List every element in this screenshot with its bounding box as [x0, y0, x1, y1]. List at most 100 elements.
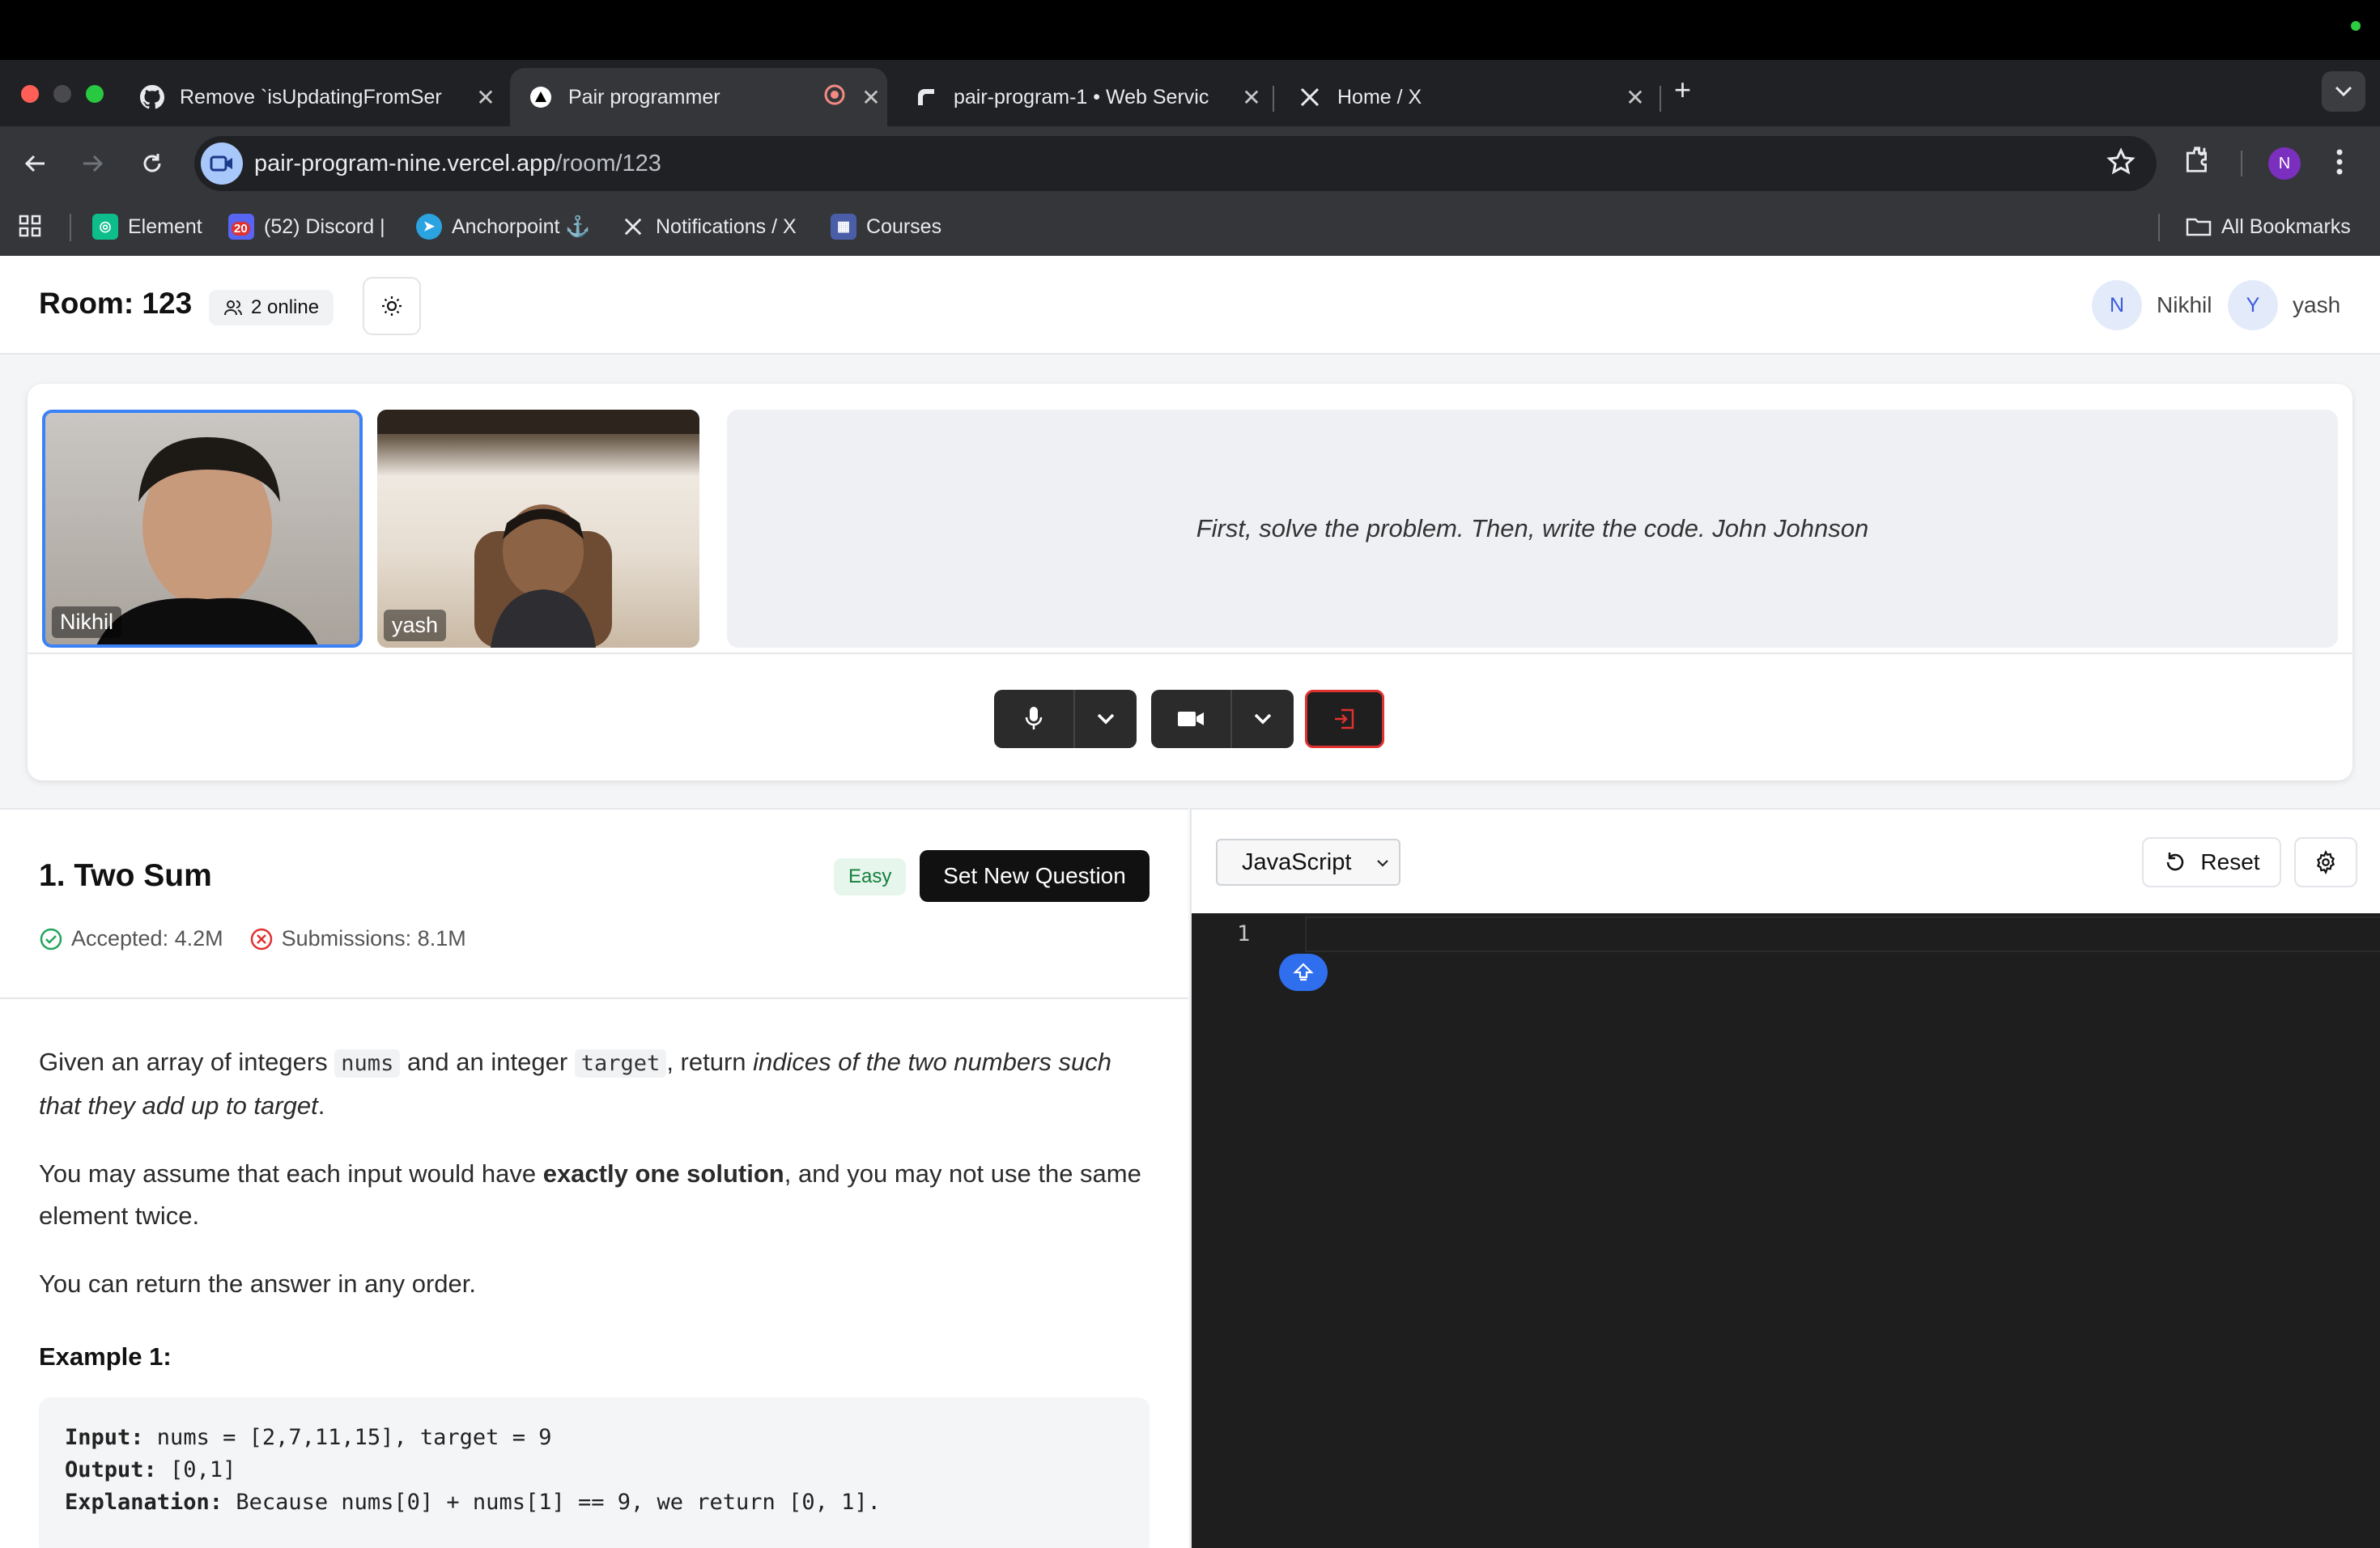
close-icon[interactable]: ✕	[855, 84, 887, 111]
status-dot-icon	[2351, 21, 2361, 31]
description-paragraph: You can return the answer in any order.	[39, 1269, 476, 1298]
close-icon[interactable]: ✕	[470, 84, 502, 111]
bookmark-star-icon[interactable]	[2106, 147, 2136, 181]
mic-options-button[interactable]	[1073, 690, 1137, 748]
reset-button[interactable]: Reset	[2142, 837, 2281, 887]
bookmark-courses[interactable]: ▦ Courses	[831, 214, 941, 240]
sun-icon	[382, 296, 402, 316]
participant-label: Nikhil	[52, 606, 122, 638]
caps-lock-icon	[1279, 954, 1328, 991]
language-select[interactable]: JavaScript	[1216, 839, 1400, 886]
problem-panel: 1. Two Sum Easy Set New Question Accepte…	[0, 808, 1188, 1548]
recording-icon	[814, 83, 855, 112]
online-count-badge: 2 online	[209, 290, 334, 325]
tab-render[interactable]: pair-program-1 • Web Servic ✕	[895, 68, 1268, 126]
window-minimize-button[interactable]	[53, 85, 71, 103]
submissions-stat: Submissions: 8.1M	[249, 926, 466, 951]
extensions-icon[interactable]	[2182, 144, 2213, 179]
chevron-down-icon	[1097, 713, 1115, 725]
back-button[interactable]	[16, 144, 55, 183]
leave-call-button[interactable]	[1305, 690, 1384, 748]
forward-button[interactable]	[73, 144, 112, 183]
rotate-ccw-icon	[2167, 853, 2184, 871]
x-logo-icon	[1297, 84, 1323, 110]
bookmarks-bar: ◎ Element 20 (52) Discord | ➤ Anchorpoin…	[0, 201, 2380, 256]
users-icon	[224, 300, 242, 316]
description-paragraph: Given an array of integers nums and an i…	[39, 1048, 1111, 1120]
new-tab-button[interactable]: +	[1674, 73, 1691, 107]
accepted-stat: Accepted: 4.2M	[39, 926, 223, 951]
theme-toggle-button[interactable]	[363, 277, 421, 335]
quote-banner: First, solve the problem. Then, write th…	[727, 410, 2338, 648]
camera-options-button[interactable]	[1230, 690, 1294, 748]
window-zoom-button[interactable]	[86, 85, 104, 103]
site-info-icon[interactable]	[201, 142, 243, 185]
tab-github[interactable]: Remove `isUpdatingFromSer ✕	[121, 68, 502, 126]
tab-label: pair-program-1 • Web Servic	[954, 85, 1209, 108]
user-chip-yash: Y yash	[2228, 280, 2340, 330]
editor-settings-button[interactable]	[2294, 837, 2357, 887]
room-title: Room: 123	[39, 287, 193, 320]
tab-search-button[interactable]	[2322, 71, 2365, 112]
element-icon: ◎	[92, 214, 118, 240]
github-icon	[139, 84, 165, 110]
bookmark-separator	[70, 214, 71, 241]
os-menubar	[0, 0, 2380, 60]
call-controls	[28, 653, 2352, 780]
current-line-highlight	[1305, 916, 2380, 952]
courses-icon: ▦	[831, 214, 856, 240]
tab-label: Home / X	[1337, 85, 1422, 108]
tab-label: Remove `isUpdatingFromSer	[180, 85, 442, 108]
participant-label: yash	[384, 610, 447, 641]
line-number: 1	[1237, 921, 1251, 946]
camera-toggle-button[interactable]	[1151, 690, 1230, 748]
editor-toolbar: JavaScript Reset	[1190, 808, 2380, 913]
address-bar[interactable]: pair-program-nine.vercel.app/room/123	[194, 136, 2157, 191]
reload-button[interactable]	[133, 144, 172, 183]
tab-label: Pair programmer	[568, 85, 720, 108]
tab-pair-programmer[interactable]: Pair programmer ✕	[510, 68, 887, 126]
window-close-button[interactable]	[21, 85, 39, 103]
microphone-icon	[1025, 707, 1043, 729]
tab-separator	[1273, 86, 1274, 112]
divider	[0, 997, 1188, 999]
more-menu-icon[interactable]	[2335, 146, 2344, 182]
chevron-down-icon	[1377, 860, 1388, 867]
set-new-question-button[interactable]: Set New Question	[920, 850, 1150, 902]
telegram-icon: ➤	[416, 214, 442, 240]
exit-door-icon	[1335, 708, 1354, 729]
tab-x-home[interactable]: Home / X ✕	[1279, 68, 1651, 126]
arrow-left-icon	[24, 155, 45, 172]
tab-separator	[1660, 86, 1661, 112]
render-icon	[913, 84, 939, 110]
close-icon[interactable]: ✕	[1235, 84, 1268, 111]
problem-stats: Accepted: 4.2M Submissions: 8.1M	[39, 926, 492, 951]
app-header: Room: 123 2 online N Nikhil Y yash	[0, 256, 2380, 355]
apps-grid-icon[interactable]	[18, 214, 42, 238]
web-page: Room: 123 2 online N Nikhil Y yash Nikhi…	[0, 256, 2380, 1548]
problem-title: 1. Two Sum	[39, 858, 212, 893]
bookmark-discord[interactable]: 20 (52) Discord |	[228, 214, 385, 240]
bookmark-anchorpoint[interactable]: ➤ Anchorpoint ⚓	[416, 214, 591, 240]
close-icon[interactable]: ✕	[1619, 84, 1651, 111]
problem-description: Given an array of integers nums and an i…	[39, 1041, 1156, 1331]
bookmark-element[interactable]: ◎ Element	[92, 214, 202, 240]
chevron-down-icon	[1254, 713, 1272, 725]
chevron-down-icon	[2335, 86, 2352, 97]
x-logo-icon	[620, 214, 646, 240]
video-tile-nikhil[interactable]: Nikhil	[42, 410, 363, 648]
code-editor[interactable]: 1	[1190, 913, 2380, 1548]
mic-toggle-button[interactable]	[994, 690, 1073, 748]
description-paragraph: You may assume that each input would hav…	[39, 1159, 1141, 1230]
profile-avatar[interactable]: N	[2268, 147, 2301, 180]
reload-icon	[143, 154, 161, 172]
url-text: pair-program-nine.vercel.app/room/123	[254, 151, 661, 176]
folder-icon	[2186, 214, 2212, 240]
bookmark-separator	[2158, 214, 2160, 241]
bookmark-notifications[interactable]: Notifications / X	[620, 214, 797, 240]
video-tile-yash[interactable]: yash	[377, 410, 699, 648]
browser-tabstrip: Remove `isUpdatingFromSer ✕ Pair program…	[0, 60, 2380, 126]
discord-icon: 20	[228, 214, 254, 240]
all-bookmarks-button[interactable]: All Bookmarks	[2186, 214, 2351, 240]
difficulty-badge: Easy	[834, 858, 907, 895]
